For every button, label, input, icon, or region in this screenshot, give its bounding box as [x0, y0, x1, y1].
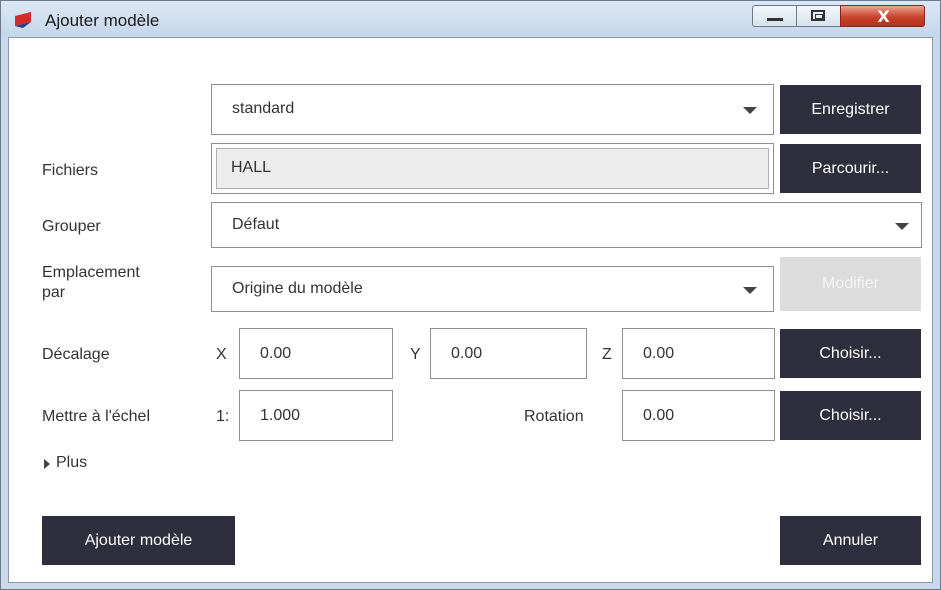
minimize-icon [767, 18, 783, 21]
cancel-button[interactable]: Annuler [780, 516, 921, 565]
offset-y-value: 0.00 [451, 345, 483, 362]
browse-button[interactable]: Parcourir... [780, 144, 921, 193]
template-select-value: standard [232, 100, 295, 117]
offset-y-input[interactable]: 0.00 [430, 328, 587, 379]
files-field: HALL [216, 148, 769, 189]
offset-x-label: X [216, 346, 227, 363]
chevron-down-icon [895, 223, 909, 230]
rotation-value: 0.00 [643, 407, 675, 424]
scale-value: 1.000 [260, 407, 301, 424]
offset-z-value: 0.00 [643, 345, 675, 362]
offset-label: Décalage [42, 346, 110, 363]
rotation-label: Rotation [524, 408, 584, 425]
rotation-choose-button[interactable]: Choisir... [780, 391, 921, 440]
title-bar: Ajouter modèle X [1, 1, 940, 37]
add-model-button[interactable]: Ajouter modèle [42, 516, 235, 565]
files-label: Fichiers [42, 162, 99, 179]
chevron-down-icon [743, 107, 757, 114]
scale-prefix: 1: [216, 408, 230, 425]
placement-label-line2: par [42, 284, 66, 301]
scale-input[interactable]: 1.000 [239, 390, 393, 441]
group-select[interactable]: Défaut [211, 202, 922, 248]
offset-x-input[interactable]: 0.00 [239, 328, 393, 379]
group-select-value: Défaut [232, 216, 280, 233]
group-label: Grouper [42, 218, 101, 235]
placement-select[interactable]: Origine du modèle [211, 266, 774, 312]
placement-label-line1: Emplacement [42, 264, 140, 281]
scale-label: Mettre à l'échel [42, 408, 150, 425]
triangle-right-icon [44, 459, 50, 469]
offset-z-input[interactable]: 0.00 [622, 328, 775, 379]
offset-choose-button[interactable]: Choisir... [780, 329, 921, 378]
files-field-frame: HALL [211, 143, 774, 194]
offset-y-label: Y [410, 346, 421, 363]
close-icon: X [877, 7, 890, 26]
app-icon [15, 12, 31, 28]
rotation-input[interactable]: 0.00 [622, 390, 775, 441]
window-title: Ajouter modèle [45, 11, 160, 30]
offset-x-value: 0.00 [260, 345, 292, 362]
modify-button[interactable]: Modifier [780, 257, 921, 311]
minimize-button[interactable] [752, 5, 797, 27]
chevron-down-icon [743, 287, 757, 294]
close-button[interactable]: X [840, 5, 925, 27]
files-field-value: HALL [231, 159, 272, 176]
placement-select-value: Origine du modèle [232, 280, 363, 297]
maximize-icon [811, 10, 825, 21]
template-select[interactable]: standard [211, 84, 774, 135]
offset-z-label: Z [602, 346, 612, 363]
dialog-body: standard Enregistrer Fichiers HALL Parco… [8, 37, 933, 583]
maximize-button[interactable] [796, 5, 841, 27]
more-label: Plus [56, 454, 88, 471]
save-button[interactable]: Enregistrer [780, 85, 921, 134]
dialog-window: Ajouter modèle X standard Enregistrer Fi… [0, 0, 941, 590]
window-controls: X [752, 5, 925, 27]
